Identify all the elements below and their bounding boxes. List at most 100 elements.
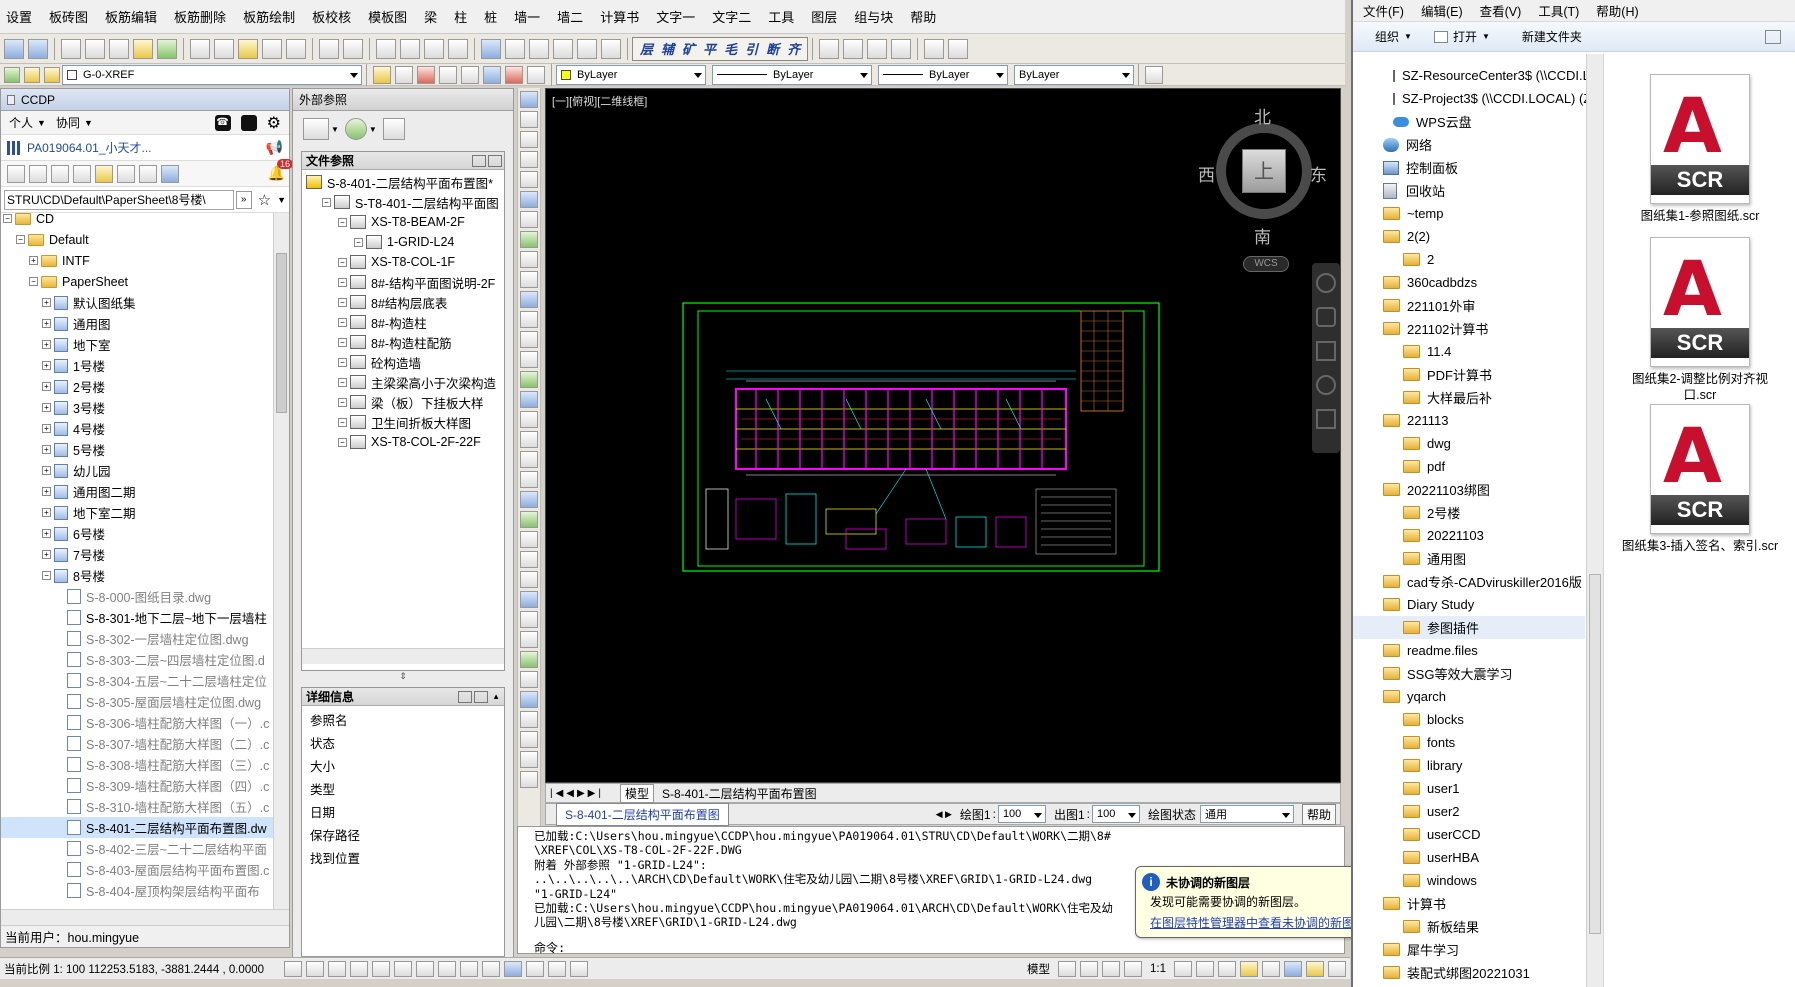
explorer-tree-item[interactable]: 控制面板 <box>1353 156 1585 179</box>
xref-expand-icon[interactable]: − <box>338 337 347 347</box>
paste-icon[interactable] <box>238 38 258 59</box>
sheet-set-icon[interactable] <box>553 38 573 59</box>
active-drawing-tab[interactable]: S-8-401-二层结构平面布置图 <box>556 802 729 826</box>
array-icon[interactable] <box>520 551 538 568</box>
out-scale-dropdown[interactable]: 100 <box>1091 805 1140 823</box>
xref-expand-icon[interactable]: − <box>338 417 347 427</box>
upload-icon[interactable] <box>7 164 25 183</box>
print-icon[interactable] <box>61 38 81 59</box>
xref-notify-icon[interactable] <box>1284 960 1302 977</box>
unlock-icon[interactable] <box>51 164 69 183</box>
spline-icon[interactable] <box>520 251 538 268</box>
list-icon[interactable] <box>117 164 135 183</box>
favorite-star-icon[interactable]: ☆ <box>258 191 271 209</box>
explorer-tree-item[interactable]: 回收站 <box>1353 179 1585 202</box>
details-icon[interactable] <box>458 690 473 703</box>
cn-tool-button[interactable]: 矿 <box>682 39 695 58</box>
expand-toggle-icon[interactable]: + <box>42 298 51 307</box>
ccdp-tree-item[interactable]: + 默认图纸集 <box>1 292 273 313</box>
menu-item[interactable]: 文字二 <box>712 7 751 26</box>
zoom-previous-icon[interactable] <box>448 38 468 59</box>
phone-icon[interactable]: ☎ <box>214 114 231 131</box>
calculator-icon[interactable] <box>601 38 621 59</box>
ccdp-tree-item[interactable]: S-8-304-五层~二十二层墙柱定位 <box>1 670 273 691</box>
explorer-tree-item[interactable]: SSG等效大震学习 <box>1353 662 1585 685</box>
explorer-tree-item[interactable]: 大样最后补 <box>1353 386 1585 409</box>
sync-icon[interactable] <box>73 164 91 183</box>
list-view-icon[interactable] <box>472 154 486 167</box>
xref-item[interactable]: − 梁（板）下挂板大样 <box>302 392 504 412</box>
scr-file-item[interactable]: A SCR 图纸集3-插入签名、索引.scr <box>1605 404 1795 554</box>
menu-item[interactable]: 墙二 <box>557 7 583 26</box>
quick-view-layouts-icon[interactable] <box>1058 960 1076 977</box>
explorer-menu-item[interactable]: 编辑(E) <box>1421 1 1463 20</box>
xref-expand-icon[interactable]: − <box>338 317 347 327</box>
expand-toggle-icon[interactable]: + <box>42 487 51 496</box>
explorer-tree-item[interactable]: cad专杀-CADviruskiller2016版 <box>1353 570 1585 593</box>
explorer-menu-item[interactable]: 工具(T) <box>1538 1 1579 20</box>
explorer-tree-item[interactable]: library <box>1353 754 1585 777</box>
mirror-icon[interactable] <box>520 511 538 528</box>
explorer-tree-item[interactable]: 221101外审 <box>1353 294 1585 317</box>
menu-item[interactable]: 柱 <box>454 7 467 26</box>
ccdp-tree-item[interactable]: +5号楼 <box>1 439 273 460</box>
xref-expand-icon[interactable]: − <box>338 357 347 367</box>
layer-merge-icon[interactable] <box>527 65 545 84</box>
ccdp-tree-item[interactable]: − CD <box>1 213 273 229</box>
cn-tool-button[interactable]: 断 <box>766 39 779 58</box>
explorer-tree-item[interactable]: 通用图 <box>1353 547 1585 570</box>
explorer-tree-item[interactable]: userHBA <box>1353 846 1585 869</box>
menu-item[interactable]: 板筋编辑 <box>105 7 157 26</box>
explorer-tree-item[interactable]: 2(2) <box>1353 225 1585 248</box>
layer-walk-icon[interactable] <box>461 65 479 84</box>
expand-toggle-icon[interactable]: + <box>42 445 51 454</box>
explorer-tree-item[interactable]: user1 <box>1353 777 1585 800</box>
ccdp-tree-item[interactable]: +6号楼 <box>1 523 273 544</box>
personal-dropdown[interactable]: 个人 <box>9 114 33 131</box>
organize-button[interactable]: 组织 ▼ <box>1375 28 1412 45</box>
xref-item[interactable]: − 1-GRID-L24 <box>302 232 504 252</box>
sc-icon[interactable] <box>570 960 588 977</box>
extend-icon[interactable] <box>520 671 538 688</box>
mtext-icon[interactable] <box>520 431 538 448</box>
expand-toggle-icon[interactable]: + <box>42 508 51 517</box>
revcloud-icon[interactable] <box>520 231 538 248</box>
menu-item[interactable]: 板筋删除 <box>174 7 226 26</box>
xref-expand-icon[interactable]: − <box>338 437 347 447</box>
menu-item[interactable]: 文字一 <box>656 7 695 26</box>
ccdp-tree-item[interactable]: − PaperSheet <box>1 271 273 292</box>
ccdp-tree-item[interactable]: S-8-401-二层结构平面布置图.dw <box>1 817 273 838</box>
scale-dropdown[interactable]: 100 <box>997 805 1046 823</box>
explorer-tree-item[interactable]: 20221103 <box>1353 524 1585 547</box>
explorer-tree-item[interactable]: 360cadbdzs <box>1353 271 1585 294</box>
xref-item[interactable]: − XS-T8-COL-1F <box>302 252 504 272</box>
expand-toggle-icon[interactable]: + <box>42 361 51 370</box>
ccdp-tree-item[interactable]: S-8-303-二层~四层墙柱定位图.d <box>1 649 273 670</box>
xref-item[interactable]: − 8#-结构平面图说明-2F <box>302 272 504 292</box>
project-name-link[interactable]: PA019064.01_小天才... <box>27 139 152 156</box>
3d-dwf-icon[interactable] <box>157 38 177 59</box>
ccdp-tree-item[interactable]: − 8号楼 <box>1 565 273 586</box>
menu-item[interactable]: 板校核 <box>312 7 351 26</box>
ellipse-icon[interactable] <box>520 271 538 288</box>
make-current-icon[interactable] <box>373 65 391 84</box>
trim-icon[interactable] <box>520 651 538 668</box>
lwt-icon[interactable] <box>504 960 522 977</box>
explorer-tree-item[interactable]: PDF计算书 <box>1353 363 1585 386</box>
clean-screen-icon[interactable] <box>1328 960 1346 977</box>
tree-view-icon[interactable] <box>488 154 502 167</box>
construction-line-icon[interactable] <box>520 111 538 128</box>
copy-object-icon[interactable] <box>520 491 538 508</box>
ccdp-tree-item[interactable]: S-8-309-墙柱配筋大样图（四）.c <box>1 775 273 796</box>
rotate-icon[interactable] <box>520 591 538 608</box>
menu-item[interactable]: 板砖图 <box>49 7 88 26</box>
insert-block-icon[interactable] <box>520 291 538 308</box>
lineweight-dropdown[interactable]: ByLayer <box>878 64 1008 85</box>
expand-toggle-icon[interactable]: + <box>42 529 51 538</box>
ccdp-tree-item[interactable]: + 地下室 <box>1 334 273 355</box>
explorer-tree-item[interactable]: 20221103绑图 <box>1353 478 1585 501</box>
settings-gear-icon[interactable]: ⚙ <box>267 113 281 133</box>
tool-palette-icon[interactable] <box>529 38 549 59</box>
arc-icon[interactable] <box>520 191 538 208</box>
model-space-toggle[interactable]: 模型 <box>1027 961 1050 977</box>
